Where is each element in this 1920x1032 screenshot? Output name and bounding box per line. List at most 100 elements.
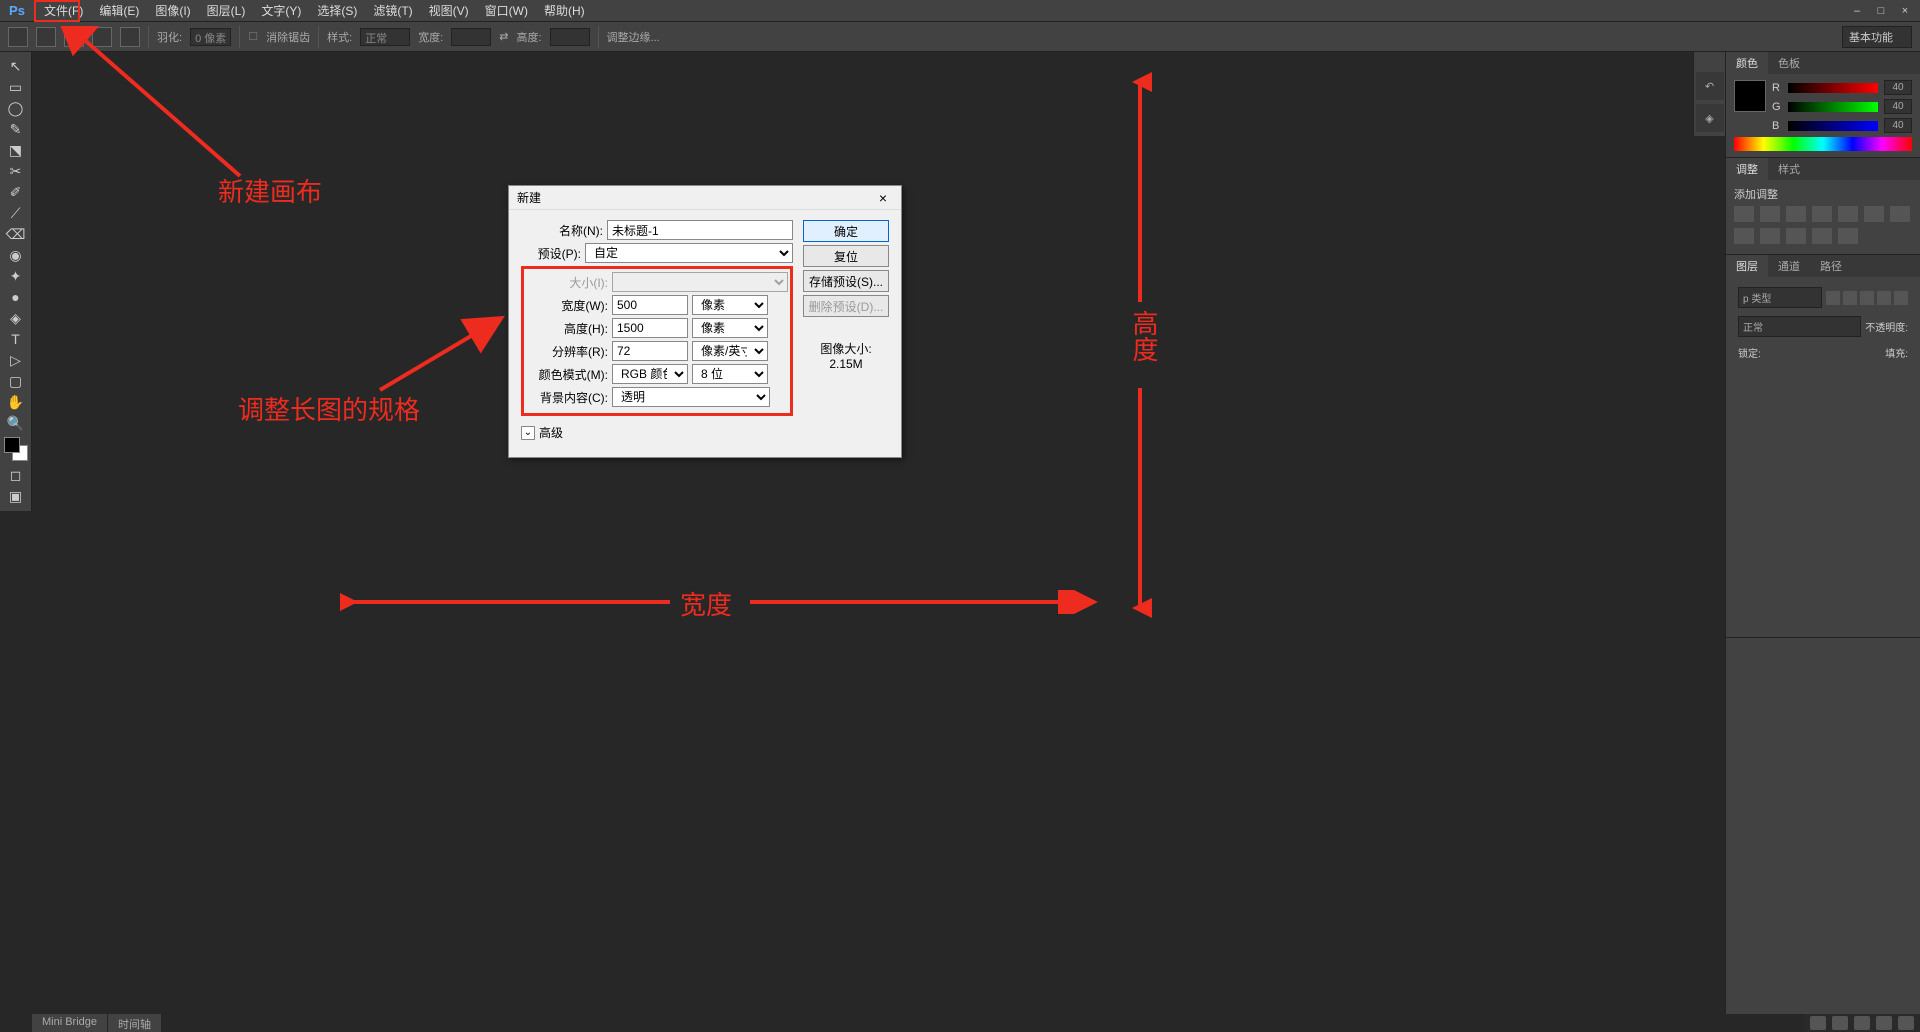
color-preview-icon[interactable] <box>1734 80 1766 112</box>
adjustment-icon[interactable] <box>1760 206 1780 222</box>
tool-6-icon[interactable]: ✐ <box>2 182 30 202</box>
minimize-button[interactable]: – <box>1846 4 1868 18</box>
tool-10-icon[interactable]: ✦ <box>2 266 30 286</box>
tray-icon[interactable] <box>1876 1016 1892 1030</box>
tool-11-icon[interactable]: ● <box>2 287 30 307</box>
refine-edge-button[interactable]: 调整边缘... <box>607 29 660 45</box>
tool-8-icon[interactable]: ⌫ <box>2 224 30 244</box>
width-input[interactable] <box>612 295 688 315</box>
adjustment-icon[interactable] <box>1760 228 1780 244</box>
tab-color[interactable]: 颜色 <box>1726 52 1768 74</box>
adjustment-icon[interactable] <box>1812 228 1832 244</box>
marquee-new-icon[interactable] <box>36 27 56 47</box>
menu-type[interactable]: 文字(Y) <box>253 0 309 21</box>
layer-filter-icon[interactable] <box>1894 291 1908 305</box>
tool-16-icon[interactable]: ✋ <box>2 392 30 412</box>
tool-5-icon[interactable]: ✂ <box>2 161 30 181</box>
resolution-unit-select[interactable]: 像素/英寸 <box>692 341 768 361</box>
adjustment-icon[interactable] <box>1812 206 1832 222</box>
width-unit-select[interactable]: 像素 <box>692 295 768 315</box>
tool-13-icon[interactable]: T <box>2 329 30 349</box>
blend-mode-select[interactable]: 正常 <box>1738 316 1861 337</box>
menu-filter[interactable]: 滤镜(T) <box>365 0 420 21</box>
background-select[interactable]: 透明 <box>612 387 770 407</box>
tray-icon[interactable] <box>1898 1016 1914 1030</box>
resolution-input[interactable] <box>612 341 688 361</box>
cancel-button[interactable]: 复位 <box>803 245 889 267</box>
menu-file[interactable]: 文件(F) <box>36 0 91 21</box>
spectrum-icon[interactable] <box>1734 137 1912 151</box>
adjustment-icon[interactable] <box>1838 228 1858 244</box>
tool-3-icon[interactable]: ✎ <box>2 119 30 139</box>
height-input[interactable] <box>612 318 688 338</box>
g-slider[interactable] <box>1788 102 1878 112</box>
tab-styles[interactable]: 样式 <box>1768 158 1810 180</box>
tool-15-icon[interactable]: ▢ <box>2 371 30 391</box>
maximize-button[interactable]: □ <box>1870 4 1892 18</box>
tool-0-icon[interactable]: ↖ <box>2 56 30 76</box>
height-input[interactable] <box>550 28 590 46</box>
name-input[interactable] <box>607 220 793 240</box>
layer-filter-icon[interactable] <box>1860 291 1874 305</box>
history-icon[interactable]: ↶ <box>1696 72 1724 100</box>
menu-image[interactable]: 图像(I) <box>147 0 198 21</box>
adjustment-icon[interactable] <box>1786 206 1806 222</box>
r-slider[interactable] <box>1788 83 1878 93</box>
adjustment-icon[interactable] <box>1734 206 1754 222</box>
b-slider[interactable] <box>1788 121 1878 131</box>
menu-help[interactable]: 帮助(H) <box>536 0 593 21</box>
antialias-checkbox-label[interactable]: 消除锯齿 <box>266 29 310 45</box>
tool-9-icon[interactable]: ◉ <box>2 245 30 265</box>
style-select[interactable]: 正常 <box>360 28 410 46</box>
tab-minibridge[interactable]: Mini Bridge <box>32 1014 108 1032</box>
feather-input[interactable]: 0 像素 <box>190 28 231 46</box>
close-button[interactable]: × <box>1894 4 1916 18</box>
tool-2-icon[interactable]: ◯ <box>2 98 30 118</box>
tool-12-icon[interactable]: ◈ <box>2 308 30 328</box>
tab-layers[interactable]: 图层 <box>1726 255 1768 277</box>
tray-icon[interactable] <box>1854 1016 1870 1030</box>
r-value[interactable]: 40 <box>1884 80 1912 95</box>
quickmask-icon[interactable]: ◻ <box>2 465 30 485</box>
adjustment-icon[interactable] <box>1838 206 1858 222</box>
marquee-intersect-icon[interactable] <box>120 27 140 47</box>
marquee-sub-icon[interactable] <box>92 27 112 47</box>
dialog-close-icon[interactable]: × <box>873 190 893 206</box>
tool-4-icon[interactable]: ⬔ <box>2 140 30 160</box>
tool-14-icon[interactable]: ▷ <box>2 350 30 370</box>
height-unit-select[interactable]: 像素 <box>692 318 768 338</box>
menu-layer[interactable]: 图层(L) <box>199 0 254 21</box>
color-swatch[interactable] <box>4 437 28 461</box>
tab-adjustments[interactable]: 调整 <box>1726 158 1768 180</box>
menu-view[interactable]: 视图(V) <box>421 0 477 21</box>
layer-kind-filter[interactable]: p 类型 <box>1738 287 1822 308</box>
tool-preset-icon[interactable] <box>8 27 28 47</box>
tray-icon[interactable] <box>1832 1016 1848 1030</box>
adjustment-icon[interactable] <box>1864 206 1884 222</box>
advanced-toggle-icon[interactable]: ⌄ <box>521 426 535 440</box>
b-value[interactable]: 40 <box>1884 118 1912 133</box>
colormode-select[interactable]: RGB 颜色 <box>612 364 688 384</box>
tab-timeline[interactable]: 时间轴 <box>108 1014 162 1032</box>
properties-icon[interactable]: ◈ <box>1696 104 1724 132</box>
layer-filter-icon[interactable] <box>1843 291 1857 305</box>
tab-swatches[interactable]: 色板 <box>1768 52 1810 74</box>
tab-paths[interactable]: 路径 <box>1810 255 1852 277</box>
menu-window[interactable]: 窗口(W) <box>477 0 536 21</box>
advanced-label[interactable]: 高级 <box>539 424 563 441</box>
adjustment-icon[interactable] <box>1734 228 1754 244</box>
fg-color-icon[interactable] <box>4 437 20 453</box>
g-value[interactable]: 40 <box>1884 99 1912 114</box>
menu-edit[interactable]: 编辑(E) <box>91 0 147 21</box>
dialog-titlebar[interactable]: 新建 × <box>509 186 901 210</box>
tool-1-icon[interactable]: ▭ <box>2 77 30 97</box>
swap-icon[interactable]: ⇄ <box>499 30 508 43</box>
bitdepth-select[interactable]: 8 位 <box>692 364 768 384</box>
ok-button[interactable]: 确定 <box>803 220 889 242</box>
tray-icon[interactable] <box>1810 1016 1826 1030</box>
layer-filter-icon[interactable] <box>1826 291 1840 305</box>
adjustment-icon[interactable] <box>1786 228 1806 244</box>
preset-select[interactable]: 自定 <box>585 243 793 263</box>
tool-17-icon[interactable]: 🔍 <box>2 413 30 433</box>
save-preset-button[interactable]: 存储预设(S)... <box>803 270 889 292</box>
